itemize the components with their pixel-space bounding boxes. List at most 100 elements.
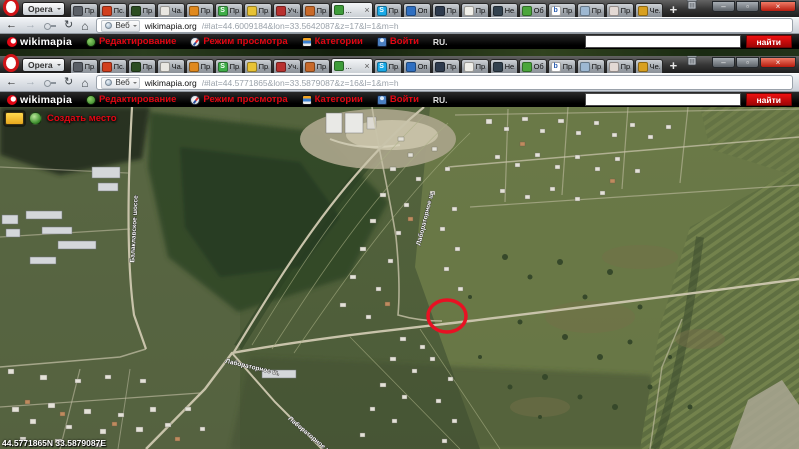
tab[interactable]: Пр... <box>302 59 330 73</box>
language-selector[interactable]: RU. <box>433 37 448 47</box>
tab[interactable]: bПр... <box>548 59 576 73</box>
wm-menu-person[interactable]: Войти <box>377 94 419 105</box>
tab-close-icon[interactable]: × <box>364 62 369 71</box>
tab-close-icon[interactable]: × <box>364 6 369 15</box>
web-search-selector[interactable]: Веб <box>101 77 139 89</box>
search-input[interactable] <box>585 93 741 106</box>
tab[interactable]: SПр... <box>374 59 402 73</box>
compass-icon <box>190 95 200 105</box>
new-tab-button[interactable]: + <box>670 3 678 16</box>
flag-red-green-icon <box>276 6 286 16</box>
tab[interactable]: Ча... <box>157 3 185 17</box>
tab[interactable]: Не... <box>490 59 518 73</box>
tab[interactable]: Пр... <box>186 3 214 17</box>
tab[interactable]: Об... <box>519 3 547 17</box>
tab-active[interactable]: ...× <box>331 58 373 73</box>
color-app-icon <box>638 6 648 16</box>
maximize-button[interactable]: ▫ <box>736 1 759 12</box>
home-icon[interactable]: ⌂ <box>81 77 88 89</box>
tab[interactable]: Уч... <box>273 3 301 17</box>
create-place-button[interactable]: Создать место <box>5 112 117 125</box>
wm-menu-compass[interactable]: Режим просмотра <box>190 94 287 105</box>
tab[interactable]: Пр... <box>128 3 156 17</box>
tab[interactable]: Пр... <box>70 59 98 73</box>
tab-label: Об... <box>534 62 544 71</box>
back-icon[interactable]: ← <box>6 77 17 88</box>
url-field[interactable]: Веб wikimapia.org /#lat=44.5771865&lon=3… <box>96 75 793 90</box>
tab[interactable]: Пр... <box>244 59 272 73</box>
tab[interactable]: Об... <box>519 59 547 73</box>
tab[interactable]: Пр... <box>432 3 460 17</box>
compass-icon <box>190 37 200 47</box>
closed-tabs-trash-icon[interactable] <box>686 0 698 15</box>
opera-menu-button[interactable]: Opera <box>22 2 65 16</box>
close-button[interactable]: × <box>760 1 796 12</box>
tab[interactable]: Пр... <box>186 59 214 73</box>
tab[interactable]: SПр... <box>215 59 243 73</box>
green-globe-icon <box>334 5 344 15</box>
tab[interactable]: Оп... <box>403 59 431 73</box>
rewind-icon[interactable] <box>44 80 56 86</box>
wikimapia-toolbar: wikimapia Редактирование Режим просмотра К… <box>0 34 799 49</box>
find-button[interactable]: найти <box>746 35 792 48</box>
wm-menu-globe-edit[interactable]: Редактирование <box>86 94 176 105</box>
tab-label: Ча... <box>172 62 182 71</box>
tab[interactable]: Уч... <box>273 59 301 73</box>
back-icon[interactable]: ← <box>6 20 17 31</box>
closed-tabs-trash-icon[interactable] <box>686 53 698 71</box>
tab[interactable]: Пр... <box>577 59 605 73</box>
reload-icon[interactable]: ↻ <box>64 20 73 31</box>
tab[interactable]: Пр... <box>302 3 330 17</box>
language-selector[interactable]: RU. <box>433 95 448 105</box>
minimize-button[interactable]: – <box>712 57 735 68</box>
tab[interactable]: Че... <box>635 59 663 73</box>
tab[interactable]: Пр... <box>461 3 489 17</box>
maximize-button[interactable]: ▫ <box>736 57 759 68</box>
reload-icon[interactable]: ↻ <box>64 77 73 88</box>
tab[interactable]: Пр... <box>577 3 605 17</box>
wm-menu-compass[interactable]: Режим просмотра <box>190 36 287 47</box>
url-field[interactable]: Веб wikimapia.org /#lat=44.6009184&lon=3… <box>96 18 793 33</box>
tab[interactable]: Пр... <box>606 3 634 17</box>
minimize-button[interactable]: – <box>712 1 735 12</box>
tab[interactable]: Пр... <box>606 59 634 73</box>
tab[interactable]: Пр... <box>244 3 272 17</box>
tab[interactable]: Пр... <box>461 59 489 73</box>
tab[interactable]: Пр... <box>128 59 156 73</box>
wm-menu-label: Редактирование <box>99 94 176 105</box>
home-icon[interactable]: ⌂ <box>81 20 88 32</box>
green-figure-icon <box>522 62 532 72</box>
close-button[interactable]: × <box>760 57 796 68</box>
tab[interactable]: bПр... <box>548 3 576 17</box>
tab-label: Пр... <box>259 62 269 71</box>
forward-icon[interactable]: → <box>25 77 36 88</box>
tab[interactable]: Не... <box>490 3 518 17</box>
new-tab-button[interactable]: + <box>670 59 678 72</box>
tab[interactable]: Оп... <box>403 3 431 17</box>
wikimapia-menu: Редактирование Режим просмотра Категории Во… <box>86 36 419 47</box>
wm-menu-person[interactable]: Войти <box>377 36 419 47</box>
tab[interactable]: Пр... <box>70 3 98 17</box>
rewind-icon[interactable] <box>44 23 56 29</box>
search-input[interactable] <box>585 35 741 48</box>
tab[interactable]: Ча... <box>157 59 185 73</box>
opera-menu-button[interactable]: Opera <box>22 58 65 72</box>
wikimapia-logo[interactable]: wikimapia <box>7 36 72 48</box>
web-search-selector[interactable]: Веб <box>101 20 139 32</box>
tab[interactable]: SПр... <box>374 3 402 17</box>
find-button[interactable]: найти <box>746 93 792 106</box>
forward-icon[interactable]: → <box>25 20 36 31</box>
tab-active[interactable]: ...× <box>331 2 373 17</box>
wm-menu-globe-edit[interactable]: Редактирование <box>86 36 176 47</box>
page-light-icon <box>160 62 170 72</box>
satellite-map[interactable]: Лабораторное ш. Балаклавское шоссе Лабор… <box>0 107 799 449</box>
tab[interactable]: Пс... <box>99 3 127 17</box>
tab[interactable]: Пр... <box>432 59 460 73</box>
tab-strip: Пр...Пс...Пр...Ча...Пр...SПр...Пр...Уч..… <box>70 58 663 73</box>
wm-menu-categories[interactable]: Категории <box>302 94 363 105</box>
wikimapia-logo[interactable]: wikimapia <box>7 94 72 106</box>
tab[interactable]: Че... <box>635 3 663 17</box>
tab[interactable]: SПр... <box>215 3 243 17</box>
wm-menu-categories[interactable]: Категории <box>302 36 363 47</box>
tab[interactable]: Пс... <box>99 59 127 73</box>
